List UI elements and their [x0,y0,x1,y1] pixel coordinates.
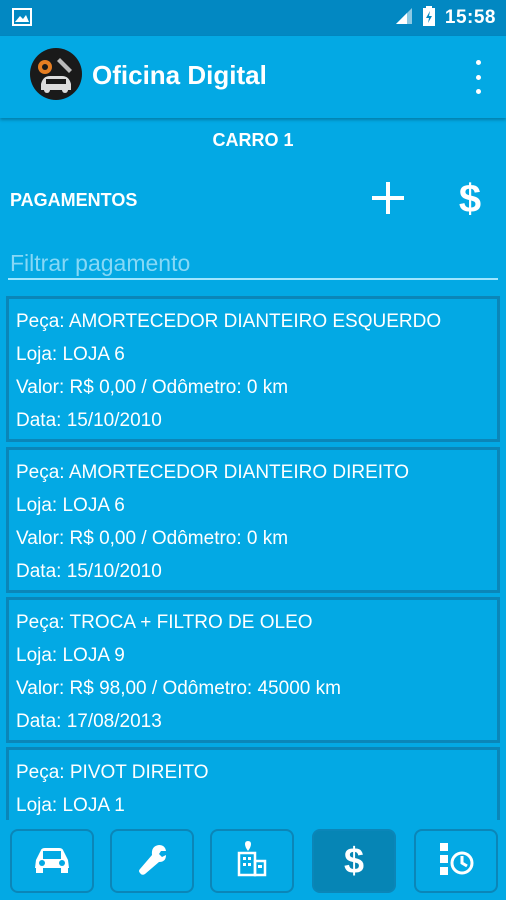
part-text: Peça: AMORTECEDOR DIANTEIRO DIREITO [16,462,410,483]
image-notification-icon [12,8,32,31]
value-odometer-text: Valor: R$ 98,00 / Odômetro: 45000 km [16,678,341,699]
list-item[interactable]: Peça: TROCA + FILTRO DE OLEO Loja: LOJA … [6,597,500,743]
status-bar: 15:58 [0,0,506,36]
car-icon [32,844,72,879]
car-title: CARRO 1 [212,130,294,150]
store-text: Loja: LOJA 1 [16,795,125,816]
dollar-icon: $ [458,177,482,221]
list-item[interactable]: Peça: PIVOT DIREITO Loja: LOJA 1 [6,747,500,820]
history-icon [436,841,476,882]
payment-list[interactable]: Peça: AMORTECEDOR DIANTEIRO ESQUERDO Loj… [0,290,506,820]
list-item[interactable]: Peça: AMORTECEDOR DIANTEIRO ESQUERDO Loj… [6,296,500,442]
app-title: Oficina Digital [92,60,267,90]
app-bar: Oficina Digital [0,36,506,118]
nav-services-button[interactable] [110,829,194,893]
store-text: Loja: LOJA 6 [16,344,125,365]
store-text: Loja: LOJA 9 [16,645,125,666]
payment-summary-button[interactable]: $ [448,174,492,224]
nav-stores-button[interactable] [210,829,294,893]
battery-icon [422,5,435,31]
store-text: Loja: LOJA 6 [16,495,125,516]
date-text: Data: 17/08/2013 [16,711,162,732]
part-text: Peça: AMORTECEDOR DIANTEIRO ESQUERDO [16,311,442,332]
date-text: Data: 15/10/2010 [16,561,162,582]
value-odometer-text: Valor: R$ 0,00 / Odômetro: 0 km [16,528,289,549]
filter-field[interactable] [8,248,500,280]
dollar-icon: $ [343,840,365,881]
bottom-nav: $ [0,822,506,900]
list-item[interactable]: Peça: AMORTECEDOR DIANTEIRO DIREITO Loja… [6,447,500,593]
signal-icon [395,7,413,30]
status-time: 15:58 [444,7,496,28]
overflow-menu-icon[interactable] [468,60,488,94]
filter-input[interactable] [8,248,500,278]
date-text: Data: 15/10/2010 [16,410,162,431]
building-icon [234,840,270,882]
section-label: PAGAMENTOS [10,190,138,210]
nav-cars-button[interactable] [10,829,94,893]
wrench-icon [135,842,169,881]
app-logo [30,48,82,100]
nav-history-button[interactable] [414,829,498,893]
part-text: Peça: PIVOT DIREITO [16,762,209,783]
add-payment-button[interactable] [370,180,406,216]
value-odometer-text: Valor: R$ 0,00 / Odômetro: 0 km [16,377,289,398]
nav-payments-button[interactable]: $ [312,829,396,893]
part-text: Peça: TROCA + FILTRO DE OLEO [16,612,313,633]
